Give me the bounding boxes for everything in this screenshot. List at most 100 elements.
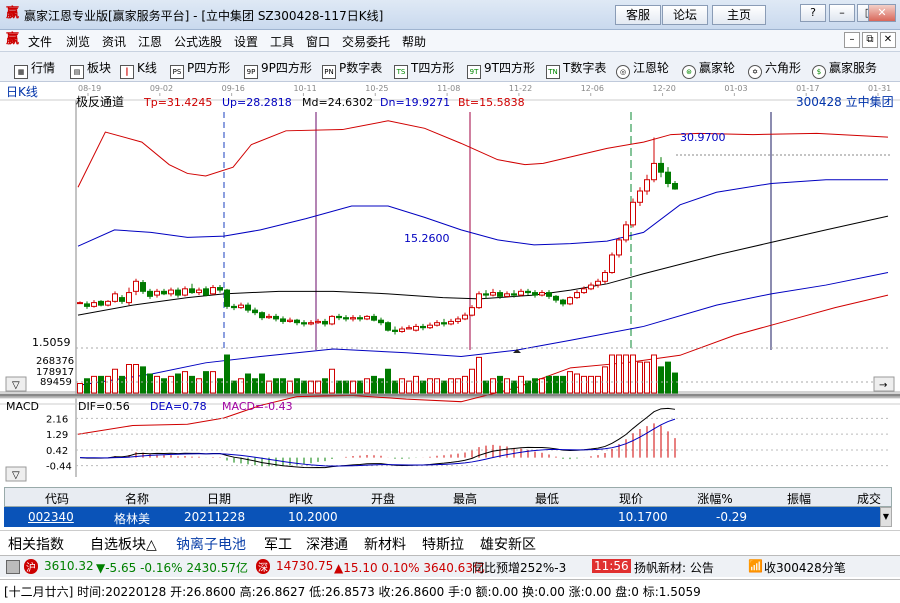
tool-hexagon[interactable]: ✡ 六角形 [748,59,801,79]
volume-bar [518,375,524,394]
candle-body [441,322,447,325]
stock-name: 300428 立中集团 [796,94,894,109]
close-button[interactable]: ✕ [868,4,896,22]
candle-body [630,201,636,226]
mdi-minimize-button[interactable]: – [844,32,860,48]
mdi-restore-button[interactable]: ⧉ [862,32,878,48]
volume-bar [511,380,517,394]
kline-chart[interactable]: 日K线 极反通道 Tp=31.4245 Up=28.2818 Md=24.630… [0,82,900,484]
mdi-close-button[interactable]: ✕ [880,32,896,48]
menu-settings[interactable]: 设置 [234,33,258,50]
volume-bar [448,378,454,394]
col-low[interactable]: 最低 [505,490,589,507]
tool-gann-wheel[interactable]: ◎ 江恩轮 [616,59,669,79]
col-amplitude[interactable]: 振幅 [757,490,841,507]
tab-military[interactable]: 军工 [264,534,292,554]
volume-bar [644,361,650,394]
candle-body [371,315,377,321]
minimize-button[interactable]: – [829,4,855,22]
menu-info[interactable]: 资讯 [102,33,126,50]
volume-bar [623,354,629,394]
table-row[interactable]: 002340 格林美 20211228 10.2000 10.1700 -0.2… [4,507,880,527]
winner-wheel-icon: ⊛ [682,65,696,79]
menu-formula-select[interactable]: 公式选股 [174,33,222,50]
candle-body [560,299,566,305]
menu-tools[interactable]: 工具 [270,33,294,50]
col-name[interactable]: 名称 [95,490,179,507]
homepage-button[interactable]: 主页 [712,5,766,25]
tool-p-square[interactable]: PS P四方形 [170,59,230,79]
candle-body [217,287,223,291]
customer-service-button[interactable]: 客服 [615,5,661,25]
volume-bar [315,380,321,394]
menu-browse[interactable]: 浏览 [66,33,90,50]
candle-body [280,318,286,322]
tool-winner-wheel[interactable]: ⊛ 赢家轮 [682,59,735,79]
volume-bar [483,380,489,394]
col-prev-close[interactable]: 昨收 [259,490,343,507]
sh-index-change: ▼-5.65 -0.16% 2430.57亿 [96,561,248,575]
menu-window[interactable]: 窗口 [306,33,330,50]
menu-file[interactable]: 文件 [28,33,52,50]
menu-trade[interactable]: 交易委托 [342,33,390,50]
news-headline-2[interactable]: 扬帆新材: 公告 [634,559,714,576]
tool-t-number[interactable]: TN T数字表 [546,59,606,79]
candle-body [210,287,216,295]
candle-body [651,162,657,181]
tick-alert[interactable]: 收300428分笔 [764,559,846,576]
col-high[interactable]: 最高 [423,490,507,507]
tool-quotes[interactable]: ▦ 行情 [14,59,55,79]
menu-gann[interactable]: 江恩 [138,33,162,50]
volume-bar [399,378,405,394]
col-code[interactable]: 代码 [25,490,89,507]
candle-body [672,182,678,190]
date-tick: 01-31 [868,84,891,93]
tab-sodium-battery[interactable]: 钠离子电池 [176,534,246,554]
volume-bar [539,378,545,394]
tool-winner-service[interactable]: $ 赢家服务 [812,59,877,79]
row-code[interactable]: 002340 [28,510,74,524]
menu-bar: 赢 文件 浏览 资讯 江恩 公式选股 设置 工具 窗口 交易委托 帮助 – ⧉ … [0,30,900,52]
date-tick: 08-19 [78,84,101,93]
tab-xiongan[interactable]: 雄安新区 [480,534,536,554]
col-volume[interactable]: 成交 [847,490,891,507]
help-icon[interactable]: ? [800,4,826,22]
col-open[interactable]: 开盘 [341,490,425,507]
candle-body [112,293,118,302]
candle-body [98,300,104,306]
menu-help[interactable]: 帮助 [402,33,426,50]
volume-bar [385,368,391,394]
tab-shenzhen-hk[interactable]: 深港通 [306,534,348,554]
menu-logo-icon: 赢 [6,32,20,47]
col-date[interactable]: 日期 [177,490,261,507]
col-change-pct[interactable]: 涨幅% [673,490,757,507]
tab-favorites[interactable]: 自选板块△ [90,534,157,554]
candle-body [126,292,132,304]
candle-body [175,289,181,296]
news-headline-1[interactable]: 同比预增252%-3 [472,559,566,576]
volume-bar [602,366,608,394]
low-label: 15.2600 [404,232,450,245]
tool-9p-square[interactable]: 9P 9P四方形 [244,59,312,79]
volume-bar [175,373,181,394]
indicator-tp: Tp=31.4245 [143,96,212,109]
tool-blocks[interactable]: ▤ 板块 [70,59,111,79]
tool-p-number[interactable]: PN P数字表 [322,59,382,79]
tab-related-index[interactable]: 相关指数 [8,534,64,554]
volume-bar [294,378,300,394]
col-price[interactable]: 现价 [589,490,673,507]
grid-scroll-down[interactable]: ▼ [880,507,892,527]
candle-body [231,305,237,309]
tab-new-materials[interactable]: 新材料 [364,534,406,554]
candle-body [203,288,209,296]
tool-kline[interactable]: ┃ K线 [120,59,157,79]
tool-9t-square[interactable]: 9T 9T四方形 [467,59,535,79]
candle-body [637,190,643,203]
volume-bar [532,378,538,394]
tool-t-square[interactable]: TS T四方形 [394,59,454,79]
volume-bar [224,354,230,394]
keyboard-icon[interactable] [6,560,20,574]
tab-tesla[interactable]: 特斯拉 [422,534,464,554]
forum-button[interactable]: 论坛 [662,5,708,25]
date-tick: 01-03 [724,84,747,93]
